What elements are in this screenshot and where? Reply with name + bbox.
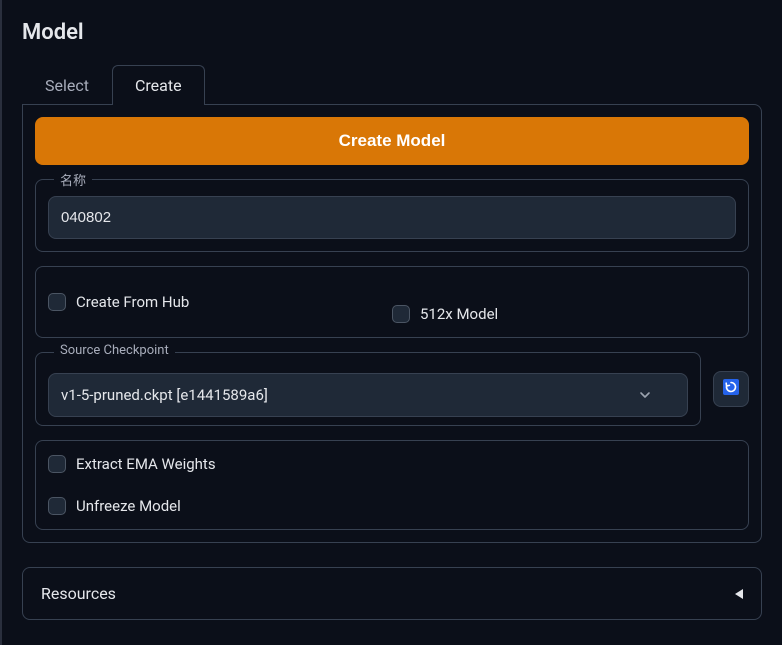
tabs: Select Create bbox=[22, 65, 762, 105]
create-from-hub-label: Create From Hub bbox=[76, 293, 189, 311]
create-from-hub-checkbox[interactable] bbox=[48, 293, 66, 311]
source-checkpoint-value: v1-5-pruned.ckpt [e1441589a6] bbox=[61, 386, 268, 404]
unfreeze-checkbox[interactable] bbox=[48, 497, 66, 515]
resources-title: Resources bbox=[41, 584, 116, 603]
panel-title: Model bbox=[22, 20, 762, 45]
source-checkpoint-label: Source Checkpoint bbox=[54, 343, 175, 358]
unfreeze-row[interactable]: Unfreeze Model bbox=[48, 497, 736, 515]
refresh-button[interactable] bbox=[713, 371, 749, 407]
extract-ema-label: Extract EMA Weights bbox=[76, 455, 216, 473]
tab-create[interactable]: Create bbox=[112, 65, 205, 105]
collapse-triangle-icon bbox=[735, 589, 743, 599]
source-checkpoint-row: Source Checkpoint v1-5-pruned.ckpt [e144… bbox=[35, 352, 749, 426]
create-from-hub-row[interactable]: Create From Hub bbox=[48, 281, 392, 323]
refresh-icon bbox=[722, 378, 740, 400]
tab-content-create: Create Model 名称 Create From Hub 512x Mod… bbox=[22, 104, 762, 543]
name-fieldset: 名称 bbox=[35, 179, 749, 252]
model-512x-label: 512x Model bbox=[420, 305, 498, 323]
checkbox-group-2: Extract EMA Weights Unfreeze Model bbox=[35, 440, 749, 530]
unfreeze-label: Unfreeze Model bbox=[76, 497, 181, 515]
source-checkpoint-fieldset: Source Checkpoint v1-5-pruned.ckpt [e144… bbox=[35, 352, 701, 426]
model-512x-row[interactable]: 512x Model bbox=[392, 305, 736, 323]
create-model-button[interactable]: Create Model bbox=[35, 117, 749, 165]
name-input[interactable] bbox=[48, 196, 736, 239]
checkbox-group-1: Create From Hub 512x Model bbox=[35, 266, 749, 338]
tab-select[interactable]: Select bbox=[22, 65, 112, 105]
name-label: 名称 bbox=[54, 170, 92, 189]
model-512x-checkbox[interactable] bbox=[392, 305, 410, 323]
extract-ema-row[interactable]: Extract EMA Weights bbox=[48, 455, 736, 473]
chevron-down-icon bbox=[639, 389, 651, 401]
tab-create-label: Create bbox=[135, 76, 182, 95]
source-checkpoint-select[interactable]: v1-5-pruned.ckpt [e1441589a6] bbox=[48, 373, 688, 417]
create-model-button-label: Create Model bbox=[339, 131, 446, 150]
extract-ema-checkbox[interactable] bbox=[48, 455, 66, 473]
tab-select-label: Select bbox=[45, 76, 89, 95]
resources-section[interactable]: Resources bbox=[22, 567, 762, 620]
